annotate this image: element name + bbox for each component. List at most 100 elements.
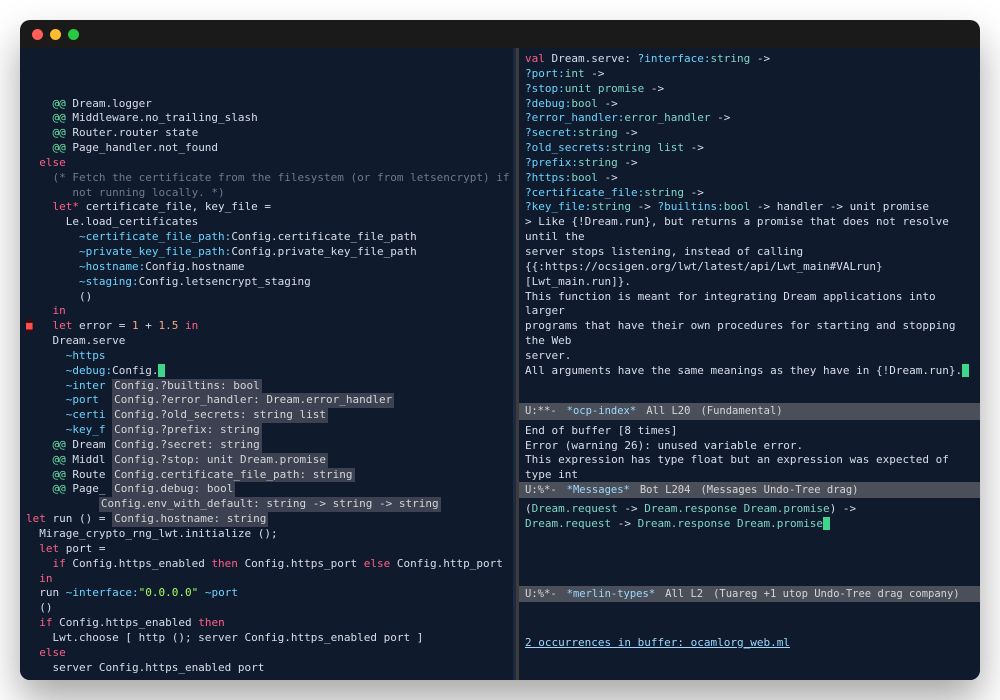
messages-pane[interactable]: (Dream.request -> Dream.response Dream.p… [519, 498, 980, 586]
token: -> [611, 517, 638, 530]
buffer-name: *merlin-types* [567, 587, 656, 601]
token: ?builtins: [658, 200, 724, 213]
token: string [710, 52, 750, 65]
token: () [26, 601, 53, 614]
token: Dream.request [532, 502, 618, 515]
code-line: All arguments have the same meanings as … [525, 364, 974, 379]
token: Config.http_port [397, 557, 503, 570]
code-line: {{:https://ocsigen.org/lwt/latest/api/Lw… [525, 260, 974, 290]
token: 1.5 [158, 319, 178, 332]
token: Dream.serve: [552, 52, 638, 65]
code-line: ?error_handler:error_handler -> [525, 111, 974, 126]
token: ) -> [830, 502, 857, 515]
token: Page_handler.not_found [72, 141, 218, 154]
cursor [823, 517, 830, 530]
code-line: ?debug:bool -> [525, 97, 974, 112]
token: ~certi [26, 408, 112, 421]
token: "0.0.0.0" [139, 586, 199, 599]
token: @@ [26, 482, 72, 495]
token: {{:https://ocsigen.org/lwt/latest/api/Lw… [525, 260, 889, 288]
code-line: ~port Config.?error_handler: Dream.error… [26, 393, 510, 408]
buffer-mode: (Fundamental) [700, 404, 782, 418]
token: -> [644, 82, 664, 95]
token: 1 [132, 319, 139, 332]
buffer-position: All L20 [646, 404, 690, 418]
token: ?https: [525, 171, 571, 184]
minimize-icon[interactable] [50, 29, 61, 40]
token: error = [79, 319, 132, 332]
buffer-mode: (Tuareg +1 utop Undo-Tree drag company) [713, 587, 960, 601]
token: ~hostname: [26, 260, 145, 273]
token: in [26, 572, 53, 585]
token: let [26, 542, 66, 555]
token: ?certificate_file: [525, 186, 644, 199]
token: ■ [26, 319, 33, 332]
code-line: @@ Page_handler.not_found [26, 141, 510, 156]
code-line: ?port:int -> [525, 67, 974, 82]
code-line: ?certificate_file:string -> [525, 186, 974, 201]
token: ~port [198, 586, 238, 599]
code-line: let* certificate_file, key_file = [26, 200, 510, 215]
token: -> [618, 502, 645, 515]
buffer-name: *Messages* [567, 483, 630, 497]
completion-item: Config.?stop: unit Dream.promise [112, 453, 328, 468]
token: val [525, 52, 552, 65]
token: if [26, 616, 59, 629]
token: Config.hostname [145, 260, 244, 273]
token: ~private_key_file_path: [26, 245, 231, 258]
token: Dream.response Dream.promise [638, 517, 823, 530]
code-line: ?secret:string -> [525, 126, 974, 141]
code-line: Error (warning 26): unused variable erro… [525, 439, 974, 454]
token: else [364, 557, 397, 570]
buffer-position: All L2 [665, 587, 703, 601]
code-line: Dream.serve [26, 334, 510, 349]
code-line: ?old_secrets:string list -> [525, 141, 974, 156]
token: string [591, 200, 631, 213]
code-line: ?stop:unit promise -> [525, 82, 974, 97]
code-line: run ~interface:"0.0.0.0" ~port [26, 586, 510, 601]
token: string list [611, 141, 684, 154]
token: then [211, 557, 244, 570]
documentation-pane[interactable]: val Dream.serve: ?interface:string ->?po… [519, 48, 980, 403]
token: This expression has type float but an ex… [525, 453, 955, 481]
merlin-types-pane[interactable]: 2 occurrences in buffer: ocamlorg_web.ml… [519, 602, 980, 680]
token: All arguments have the same meanings as … [525, 364, 962, 377]
token: ?error_handler: [525, 111, 624, 124]
token: Config. [112, 364, 158, 377]
code-line: in [26, 304, 510, 319]
code-line: ~hostname:Config.hostname [26, 260, 510, 275]
token: @@ [26, 111, 72, 124]
completion-item: Config.debug: bool [112, 482, 235, 497]
token: in [178, 319, 198, 332]
token: -> [585, 67, 605, 80]
token: int [565, 67, 585, 80]
cursor [158, 364, 165, 377]
token: ~port [26, 393, 112, 406]
code-line: server. [525, 349, 974, 364]
buffer-state: U:%*- [525, 483, 557, 497]
code-line: @@ Middl Config.?stop: unit Dream.promis… [26, 453, 510, 468]
token: if [26, 557, 72, 570]
close-icon[interactable] [32, 29, 43, 40]
scrollbar[interactable] [513, 48, 516, 680]
token: Config.private_key_file_path [231, 245, 416, 258]
editor-window: @@ Dream.logger @@ Middleware.no_trailin… [20, 20, 980, 680]
maximize-icon[interactable] [68, 29, 79, 40]
token: -> [618, 156, 638, 169]
code-buffer-left[interactable]: @@ Dream.logger @@ Middleware.no_trailin… [20, 48, 516, 680]
code-line: ~certi Config.?old_secrets: string list [26, 408, 510, 423]
code-line: ~staging:Config.letsencrypt_staging [26, 275, 510, 290]
right-column: val Dream.serve: ?interface:string ->?po… [516, 48, 980, 680]
token: server. [525, 349, 571, 362]
code-line: if Config.https_enabled then Config.http… [26, 557, 510, 572]
token: Config.letsencrypt_staging [139, 275, 311, 288]
token: Middl [72, 453, 112, 466]
ocp-index-pane[interactable]: End of buffer [8 times]Error (warning 26… [519, 420, 980, 482]
token: ?interface: [638, 52, 711, 65]
token: ?key_file: [525, 200, 591, 213]
token [26, 497, 99, 510]
token: not running locally. *) [26, 186, 225, 199]
token: run () = [53, 512, 113, 525]
token: Error (warning 26): unused variable erro… [525, 439, 803, 452]
code-line: ?https:bool -> [525, 171, 974, 186]
